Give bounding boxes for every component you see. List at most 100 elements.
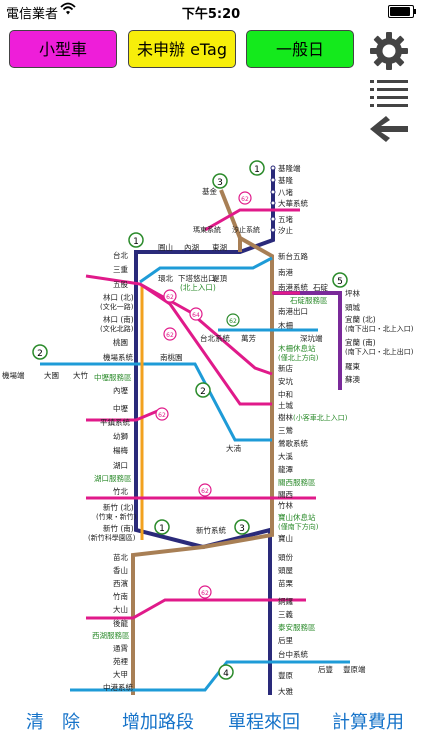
station-label[interactable]: 香山 (113, 565, 128, 575)
station-label[interactable]: 基隆端 (278, 163, 301, 173)
station-label[interactable]: 新竹 (北) (103, 502, 134, 512)
station-label[interactable]: 泰安服務區 (278, 622, 316, 632)
station-label[interactable]: 林口 (北) (103, 292, 134, 302)
station-label[interactable]: 后豐 (318, 664, 333, 674)
station-label[interactable]: 湖口 (113, 461, 128, 470)
station-label[interactable]: 大竹 (73, 370, 88, 380)
highway-map[interactable]: 1 3 3 1 5 2 2 1 4 62 62 64 62 62 62 62 6… (0, 150, 422, 695)
station-label[interactable]: 豐原 (278, 670, 293, 680)
station-label[interactable]: 大湳 (226, 443, 241, 453)
station-label[interactable]: 寶山休息站 (278, 512, 316, 522)
station-label[interactable]: 後龍 (113, 618, 128, 628)
station-label[interactable]: 關西 (278, 490, 293, 499)
station-label[interactable]: 南桃園 (160, 352, 183, 362)
station-label[interactable]: 鶯歌系統 (278, 438, 308, 448)
back-arrow-icon[interactable] (366, 114, 412, 144)
station-label[interactable]: 楊梅 (113, 445, 128, 455)
station-label[interactable]: 汐止系統 (232, 225, 260, 234)
round-trip-button[interactable]: 單程來回 (228, 708, 300, 734)
station-label[interactable]: 頭城 (345, 303, 360, 312)
day-type-button[interactable]: 一般日 (246, 30, 354, 68)
station-label[interactable]: 南港出口 (278, 306, 308, 316)
station-label[interactable]: 中港系統 (103, 682, 133, 692)
station-label[interactable]: 石碇服務區 (290, 295, 328, 305)
station-label[interactable]: 中壢 (113, 403, 128, 413)
station-label[interactable]: 瑪東系統 (193, 225, 221, 234)
station-label[interactable]: 寶山 (278, 533, 293, 543)
list-icon[interactable] (368, 78, 410, 108)
station-label[interactable]: 內湖 (184, 243, 199, 252)
station-label[interactable]: 羅東 (345, 361, 360, 371)
station-label[interactable]: 龍潭 (278, 464, 293, 474)
station-label[interactable]: 湖口服務區 (94, 473, 132, 483)
station-label[interactable]: 南港系統 (278, 282, 308, 292)
station-label[interactable]: 通霄 (113, 643, 128, 653)
station-label[interactable]: 大園 (44, 370, 59, 380)
station-label[interactable]: 豐原端 (343, 664, 366, 674)
station-label[interactable]: 木柵 (278, 320, 293, 330)
station-label[interactable]: 汐止 (278, 225, 293, 235)
station-label[interactable]: 下塔悠出口 (178, 273, 216, 283)
station-label[interactable]: 安坑 (278, 376, 293, 386)
station-label[interactable]: 三鶯 (278, 425, 293, 435)
station-label[interactable]: 苑裡 (113, 656, 128, 666)
station-label[interactable]: 大山 (113, 604, 128, 614)
station-label[interactable]: 大溪 (278, 451, 293, 461)
station-label[interactable]: 新台五路 (278, 251, 308, 261)
station-label[interactable]: 中壢服務區 (94, 372, 132, 382)
station-label[interactable]: 深坑端 (300, 333, 323, 343)
clear-button[interactable]: 清 除 (26, 708, 80, 734)
station-label[interactable]: 宜蘭 (北) (345, 314, 376, 324)
station-label[interactable]: 樹林 (278, 412, 293, 422)
station-label[interactable]: 西濱 (113, 578, 128, 588)
station-label[interactable]: 機場端 (2, 370, 25, 380)
station-label[interactable]: 台中系統 (278, 649, 308, 659)
station-label[interactable]: 台北系統 (200, 333, 230, 343)
station-label[interactable]: 東湖 (212, 242, 227, 252)
station-label[interactable]: 頭份 (278, 552, 293, 562)
station-label[interactable]: 大華系統 (278, 198, 308, 208)
station-label[interactable]: 八堵 (278, 187, 293, 197)
station-label[interactable]: 竹林 (278, 500, 293, 510)
station-label[interactable]: 桃園 (113, 337, 128, 347)
station-label[interactable]: 台北 (113, 250, 128, 260)
station-label[interactable]: 基金 (202, 186, 217, 196)
station-label[interactable]: 苗北 (113, 553, 128, 562)
station-label[interactable]: 關西服務區 (278, 477, 316, 487)
station-label[interactable]: 林口 (南) (103, 314, 134, 324)
station-label[interactable]: 坪林 (345, 288, 360, 298)
station-label[interactable]: 中和 (278, 389, 293, 399)
station-label[interactable]: 新店 (278, 363, 293, 373)
station-label[interactable]: 萬芳 (241, 333, 256, 343)
station-label[interactable]: 新竹系統 (196, 525, 226, 535)
station-label[interactable]: 銅鑼 (278, 596, 293, 606)
station-label[interactable]: 木柵休息站 (278, 343, 316, 353)
station-label[interactable]: 內壢 (113, 385, 128, 395)
station-label[interactable]: 石碇 (313, 282, 328, 292)
station-label[interactable]: 三重 (113, 265, 128, 274)
station-label[interactable]: 新竹 (南) (103, 523, 134, 533)
station-label[interactable]: 圓山 (158, 242, 173, 252)
station-label[interactable]: 幼獅 (113, 431, 128, 441)
station-label[interactable]: 后里 (278, 635, 293, 645)
station-label[interactable]: 南港 (278, 267, 293, 277)
station-label[interactable]: 三義 (278, 609, 293, 619)
calculate-fee-button[interactable]: 計算費用 (332, 708, 404, 734)
station-label[interactable]: 頭屋 (278, 566, 293, 575)
station-label[interactable]: 竹北 (113, 486, 128, 496)
station-label[interactable]: 大甲 (113, 669, 128, 679)
add-route-button[interactable]: 增加路段 (122, 708, 194, 734)
etag-button[interactable]: 未申辦 eTag (128, 30, 236, 68)
station-label[interactable]: 大雅 (278, 686, 293, 695)
station-label[interactable]: 竹南 (113, 591, 128, 601)
station-label[interactable]: 五堵 (278, 214, 293, 224)
gear-icon[interactable] (368, 30, 410, 72)
station-label[interactable]: 西湖服務區 (92, 630, 130, 640)
station-label[interactable]: 宜蘭 (南) (345, 337, 376, 347)
station-label[interactable]: 土城 (278, 400, 293, 410)
station-label[interactable]: 基隆 (278, 175, 293, 185)
vehicle-type-button[interactable]: 小型車 (9, 30, 117, 68)
station-label[interactable]: 平鎮系統 (100, 417, 130, 427)
station-label[interactable]: 機場系統 (103, 352, 133, 362)
station-label[interactable]: 苗栗 (278, 579, 293, 588)
